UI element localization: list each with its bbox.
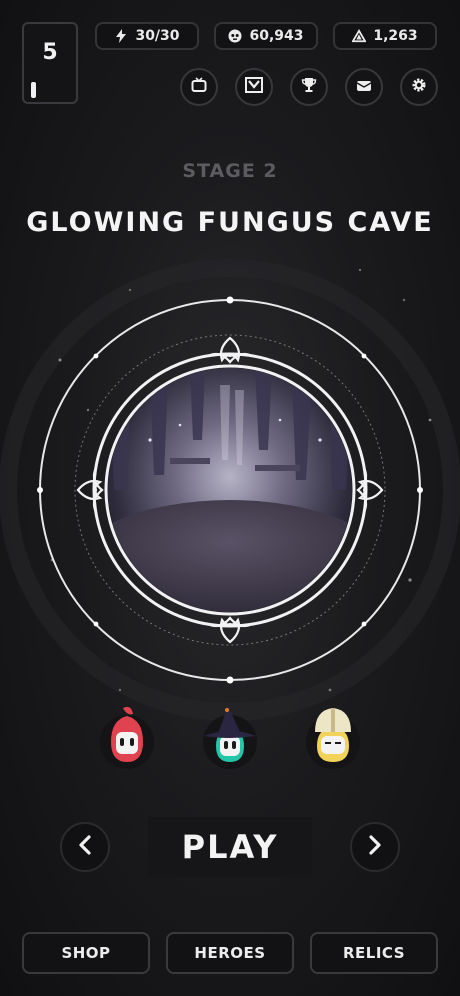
- previous-stage-button[interactable]: [60, 822, 110, 872]
- stage-number-label: STAGE 2: [182, 160, 278, 182]
- trophy-icon: [301, 77, 317, 97]
- coin-value: 60,943: [249, 28, 304, 44]
- energy-value: 30/30: [135, 28, 180, 44]
- stage-portal[interactable]: [30, 290, 430, 690]
- skull-coin-icon: [228, 29, 242, 43]
- heroes-button[interactable]: HEROES: [166, 932, 294, 974]
- cave-scene-image: [108, 368, 352, 612]
- quest-banner-icon: [245, 77, 263, 97]
- gem-counter[interactable]: 1,263: [333, 22, 437, 50]
- play-button[interactable]: PLAY: [148, 817, 312, 877]
- relics-button[interactable]: RELICS: [310, 932, 438, 974]
- tv-icon: [191, 77, 207, 97]
- trophy-button[interactable]: [290, 68, 328, 106]
- hero-red-hooded[interactable]: [97, 702, 157, 770]
- shop-button[interactable]: SHOP: [22, 932, 150, 974]
- mail-icon: [356, 78, 372, 97]
- gem-value: 1,263: [373, 28, 418, 44]
- settings-button[interactable]: [400, 68, 438, 106]
- chevron-left-icon: [78, 835, 92, 859]
- quest-button[interactable]: [235, 68, 273, 106]
- coin-counter[interactable]: 60,943: [214, 22, 318, 50]
- hero-helmet[interactable]: [303, 702, 363, 770]
- mail-button[interactable]: [345, 68, 383, 106]
- gear-icon: [411, 77, 427, 97]
- chevron-right-icon: [368, 835, 382, 859]
- energy-counter[interactable]: 30/30: [95, 22, 199, 50]
- pyramid-icon: [352, 29, 367, 43]
- tv-button[interactable]: [180, 68, 218, 106]
- stage-title: GLOWING FUNGUS CAVE: [26, 207, 434, 238]
- hero-witch-hat[interactable]: [200, 702, 260, 770]
- next-stage-button[interactable]: [350, 822, 400, 872]
- player-level-box[interactable]: 5: [22, 22, 78, 104]
- player-level-number: 5: [42, 40, 58, 65]
- lightning-icon: [114, 29, 128, 43]
- level-progress-bar: [31, 82, 36, 98]
